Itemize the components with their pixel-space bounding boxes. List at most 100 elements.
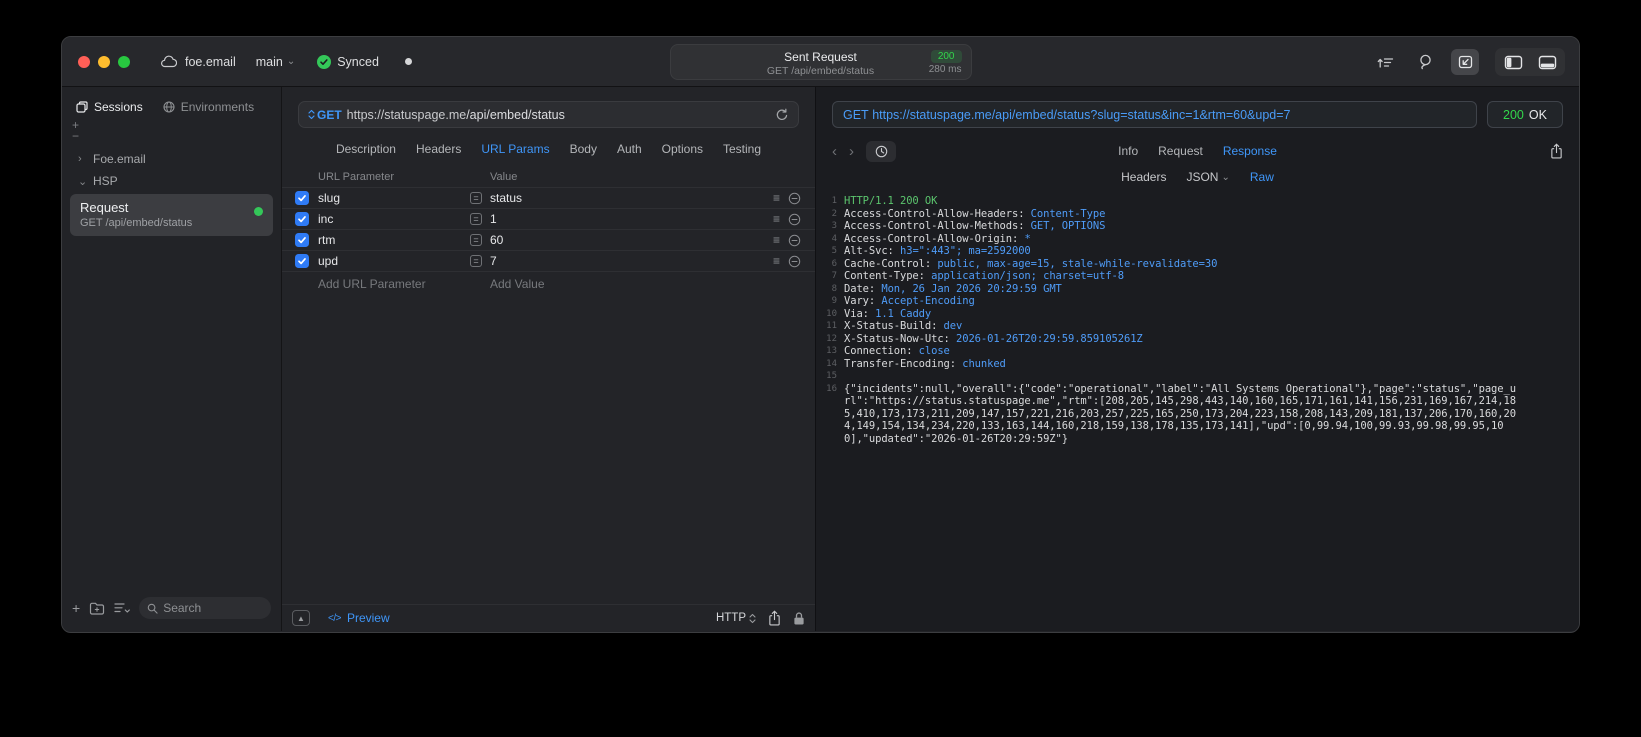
param-name-input[interactable]: inc <box>318 212 470 226</box>
line-content: X-Status-Now-Utc: 2026-01-26T20:29:59.85… <box>844 332 1143 345</box>
param-checkbox[interactable] <box>295 191 309 205</box>
response-status-text: OK <box>1528 107 1547 122</box>
export-response-icon[interactable] <box>1550 143 1563 159</box>
param-checkbox[interactable] <box>295 233 309 247</box>
response-tab-info[interactable]: Info <box>1118 144 1138 158</box>
param-checkbox[interactable] <box>295 254 309 268</box>
add-param-value-placeholder[interactable]: Add Value <box>490 277 763 291</box>
new-group-icon[interactable] <box>89 602 105 615</box>
drag-handle-icon[interactable]: ≡ <box>773 192 780 204</box>
line-content: Access-Control-Allow-Origin: * <box>844 232 1031 245</box>
history-clock-button[interactable] <box>866 140 896 162</box>
response-subtab-raw[interactable]: Raw <box>1250 170 1274 184</box>
tab-environments[interactable]: Environments <box>163 100 254 114</box>
remove-param-icon[interactable] <box>788 192 801 205</box>
equals-icon: = <box>470 192 482 204</box>
response-line: 5 Alt-Svc: h3=":443"; ma=2592000 <box>820 245 1573 258</box>
request-tab-options[interactable]: Options <box>662 142 703 156</box>
remove-param-icon[interactable] <box>788 255 801 268</box>
project-name[interactable]: foe.email <box>185 55 236 69</box>
add-param-row[interactable]: Add URL Parameter Add Value <box>282 272 815 295</box>
search-input[interactable]: Search <box>139 597 271 619</box>
param-value-input[interactable]: 60 <box>490 233 763 247</box>
sort-list-icon[interactable] <box>114 602 131 614</box>
drag-handle-icon[interactable]: ≡ <box>773 213 780 225</box>
zoom-button[interactable] <box>118 55 130 68</box>
response-tab-label: Request <box>1158 144 1203 158</box>
line-number: 10 <box>826 308 837 319</box>
lasso-icon[interactable] <box>1411 49 1439 75</box>
request-tab-testing[interactable]: Testing <box>723 142 761 156</box>
line-content: Content-Type: application/json; charset=… <box>844 270 1124 282</box>
branch-selector[interactable]: main ⌄ <box>256 55 295 69</box>
param-name-input[interactable]: rtm <box>318 233 470 247</box>
line-content: Access-Control-Allow-Methods: GET, OPTIO… <box>844 220 1106 232</box>
response-line: 15 <box>820 370 1573 383</box>
add-request-icon[interactable]: + <box>72 601 80 615</box>
line-number: 1 <box>831 196 837 206</box>
sync-status[interactable]: Synced <box>317 54 379 69</box>
add-param-name-placeholder[interactable]: Add URL Parameter <box>318 277 470 291</box>
request-url-input[interactable]: https://statuspage.me/api/embed/status <box>347 108 565 122</box>
remove-session-icon[interactable]: − <box>72 130 271 142</box>
add-session-icon[interactable]: + <box>72 119 271 131</box>
response-line: 9 Vary: Accept-Encoding <box>820 295 1573 308</box>
request-editor-pane: GET https://statuspage.me/api/embed/stat… <box>282 87 816 631</box>
share-icon[interactable] <box>768 610 781 626</box>
request-tab-description[interactable]: Description <box>336 142 396 156</box>
response-line: 6 Cache-Control: public, max-age=15, stal… <box>820 258 1573 271</box>
param-name-input[interactable]: upd <box>318 254 470 268</box>
resend-request-icon[interactable] <box>775 108 789 122</box>
request-tab-label: Auth <box>616 142 642 156</box>
sync-label: Synced <box>337 54 379 69</box>
param-name-input[interactable]: slug <box>318 191 470 205</box>
line-number: 3 <box>831 221 837 231</box>
response-body[interactable]: 1 HTTP/1.1 200 OK 2 Access-Control-Allow-He… <box>816 192 1579 631</box>
remove-param-icon[interactable] <box>788 234 801 247</box>
response-subtab-json[interactable]: JSON ⌄ <box>1186 170 1229 184</box>
history-forward-icon[interactable]: › <box>849 143 854 160</box>
expand-panel-icon[interactable]: ▲ <box>292 610 310 626</box>
request-tab-headers[interactable]: Headers <box>416 142 461 156</box>
import-export-button[interactable] <box>1451 49 1479 75</box>
preview-button[interactable]: </> Preview <box>328 611 390 625</box>
param-value-input[interactable]: status <box>490 191 763 205</box>
remove-param-icon[interactable] <box>788 213 801 226</box>
tree-item-hsp[interactable]: ⌄ HSP <box>66 170 277 192</box>
param-value-input[interactable]: 1 <box>490 212 763 226</box>
drag-handle-icon[interactable]: ≡ <box>773 234 780 246</box>
request-list-item-selected[interactable]: Request GET /api/embed/status <box>70 194 273 236</box>
response-tab-response[interactable]: Response <box>1223 144 1277 158</box>
response-subtab-headers[interactable]: Headers <box>1121 170 1166 184</box>
request-tab-body[interactable]: Body <box>570 142 597 156</box>
sidebar-toggle-icon[interactable] <box>1497 50 1529 74</box>
request-tab-label: Body <box>569 142 597 156</box>
bottom-panel-toggle-icon[interactable] <box>1531 50 1563 74</box>
history-back-icon[interactable]: ‹ <box>832 143 837 160</box>
request-tab-auth[interactable]: Auth <box>617 142 642 156</box>
response-line: 16 {"incidents":null,"overall":{"code":"o… <box>820 383 1573 446</box>
drag-handle-icon[interactable]: ≡ <box>773 255 780 267</box>
param-checkbox[interactable] <box>295 212 309 226</box>
activity-widget[interactable]: Sent Request GET /api/embed/status 200 2… <box>669 44 972 80</box>
sent-url: https://statuspage.me/api/embed/status?s… <box>872 107 1291 122</box>
status-code-badge: 200 <box>930 50 962 63</box>
sort-responses-button[interactable] <box>1371 49 1399 75</box>
request-tab-url-params[interactable]: URL Params <box>481 142 549 156</box>
param-value-input[interactable]: 7 <box>490 254 763 268</box>
method-selector[interactable]: GET <box>308 108 342 122</box>
minimize-button[interactable] <box>98 55 110 68</box>
tab-sessions[interactable]: Sessions <box>76 100 143 114</box>
app-window: foe.email main ⌄ Synced Sent Request GET… <box>61 36 1580 633</box>
protocol-selector[interactable]: HTTP <box>716 612 756 624</box>
equals-icon: = <box>470 255 482 267</box>
response-line: 3 Access-Control-Allow-Methods: GET, OPTI… <box>820 220 1573 233</box>
lock-icon[interactable] <box>793 611 805 626</box>
sent-request-url[interactable]: GET https://statuspage.me/api/embed/stat… <box>832 101 1477 128</box>
tree-item-foe-email[interactable]: › Foe.email <box>66 148 277 170</box>
response-tab-request[interactable]: Request <box>1158 144 1203 158</box>
close-button[interactable] <box>78 55 90 68</box>
response-tab-label: Response <box>1222 144 1277 158</box>
chevron-right-icon: › <box>78 153 82 165</box>
request-url-bar[interactable]: GET https://statuspage.me/api/embed/stat… <box>298 101 799 128</box>
